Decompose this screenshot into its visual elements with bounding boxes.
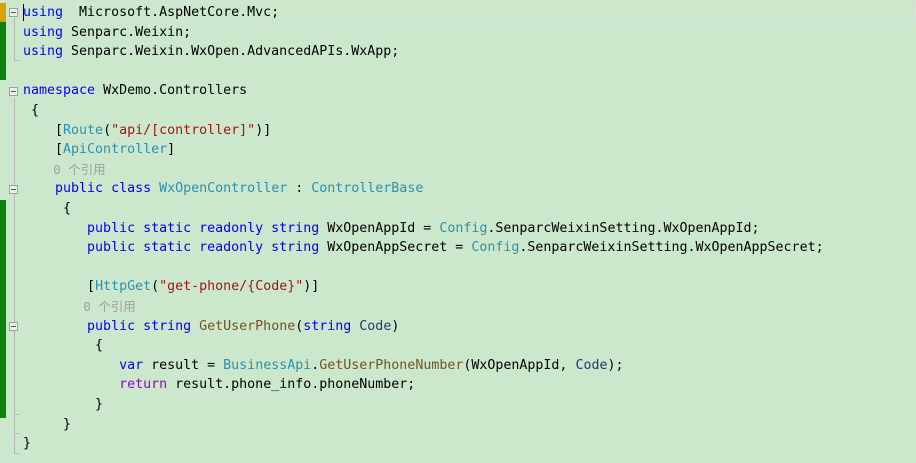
code-token: ApiController [63,142,168,158]
outline-guide-end [14,60,19,61]
code-token: .SenparcWeixinSetting.WxOpenAppSecret; [519,240,824,256]
code-token: } [23,436,32,452]
code-token: HttpGet [95,279,152,295]
code-token: public string [87,318,192,334]
codelens-references[interactable]: 0 个引用 [23,299,136,314]
code-token: { [23,201,72,216]
code-token: )] [303,279,320,295]
code-token: "get-phone/{Code}" [159,279,304,295]
code-token: Microsoft.AspNetCore.Mvc; [63,5,280,20]
code-line[interactable]: { [23,199,71,219]
code-token: Senparc.Weixin; [63,24,192,40]
code-line[interactable]: [HttpGet("get-phone/{Code}")] [23,277,319,297]
collapse-icon[interactable] [9,322,18,331]
code-line[interactable]: [Route("api/[controller]")] [23,121,271,141]
code-line[interactable]: 0 个引用 [23,297,136,317]
code-token: namespace [23,83,96,99]
codelens-references[interactable]: 0 个引用 [23,162,106,177]
code-line[interactable]: } [23,434,31,454]
outline-guide [14,18,15,60]
code-line[interactable]: { [23,101,39,121]
code-token: Code [359,318,392,334]
code-token: result.phone_info.phoneNumber; [167,377,416,393]
code-token: WxDemo.Controllers [95,83,248,99]
code-line[interactable]: } [23,415,71,435]
code-line[interactable]: [ApiController] [23,140,175,160]
code-line[interactable]: return result.phone_info.phoneNumber; [23,375,415,395]
code-line[interactable]: public static readonly string WxOpenAppI… [23,219,760,239]
code-token: Route [63,122,104,138]
code-line[interactable]: using Senparc.Weixin.WxOpen.AdvancedAPIs… [23,42,399,62]
code-line[interactable]: public class WxOpenController : Controll… [23,179,423,199]
code-token: [ [23,142,64,158]
code-line[interactable]: 0 个引用 [23,160,106,180]
outline-guide-end [14,433,19,434]
code-token: Senparc.Weixin.WxOpen.AdvancedAPIs.WxApp… [63,44,400,60]
code-token: { [23,103,40,118]
code-token: : [287,181,312,197]
code-editor[interactable]: using Microsoft.AspNetCore.Mvc; using Sen… [0,0,916,463]
code-line[interactable]: using Microsoft.AspNetCore.Mvc; [23,3,279,23]
code-token: ControllerBase [311,181,424,197]
code-token: } [23,397,104,412]
code-token: [ [23,279,96,295]
code-token: return [119,377,168,393]
code-token: using [23,24,64,40]
code-token: (WxOpenAppId, [463,357,576,373]
code-token: Config [471,240,520,256]
code-line[interactable]: } [23,395,103,415]
code-token: public class [55,181,152,197]
outline-guide [14,98,15,453]
code-token: { [23,338,104,354]
collapse-icon[interactable] [9,185,18,194]
code-token: ] [167,142,176,158]
code-token: "api/[controller]" [111,122,256,138]
code-token: )] [255,122,272,138]
code-token: WxOpenAppId = [319,220,440,236]
code-token: using [23,44,64,60]
code-token: [ [23,122,64,138]
code-token: ); [607,357,624,373]
change-marker-unsaved [0,3,6,22]
code-line[interactable]: public string GetUserPhone(string Code) [23,317,399,337]
code-token: BusinessApi [223,357,312,373]
code-line[interactable]: public static readonly string WxOpenAppS… [23,238,824,258]
code-token: ) [391,318,400,334]
collapse-icon[interactable] [9,8,18,17]
code-token: WxOpenController [159,181,288,197]
code-token: GetUserPhone [199,318,296,334]
code-token: using [23,5,64,20]
code-token: public static readonly string [87,240,320,256]
code-line[interactable]: { [23,336,103,356]
code-token: public static readonly string [87,220,320,236]
code-token: string [303,318,352,334]
code-token: ( [103,122,112,138]
text-caret [23,4,24,21]
outline-guide-end [14,453,19,454]
code-line[interactable]: var result = BusinessApi.GetUserPhoneNum… [23,356,623,376]
outline-guide-end [14,414,19,415]
code-token: } [23,416,72,432]
code-token: result = [143,357,224,373]
code-token: .SenparcWeixinSetting.WxOpenAppId; [487,220,760,236]
collapse-icon[interactable] [9,87,18,96]
code-token: ( [151,279,160,295]
code-token: GetUserPhoneNumber [319,357,464,373]
code-token: Config [439,220,488,236]
code-token: Code [575,357,608,373]
code-line[interactable]: using Senparc.Weixin; [23,23,191,43]
change-marker-saved [0,22,6,80]
code-token: var [119,357,144,373]
code-line[interactable]: namespace WxDemo.Controllers [23,81,247,101]
code-token: WxOpenAppSecret = [319,240,472,256]
change-marker-saved [0,200,6,418]
